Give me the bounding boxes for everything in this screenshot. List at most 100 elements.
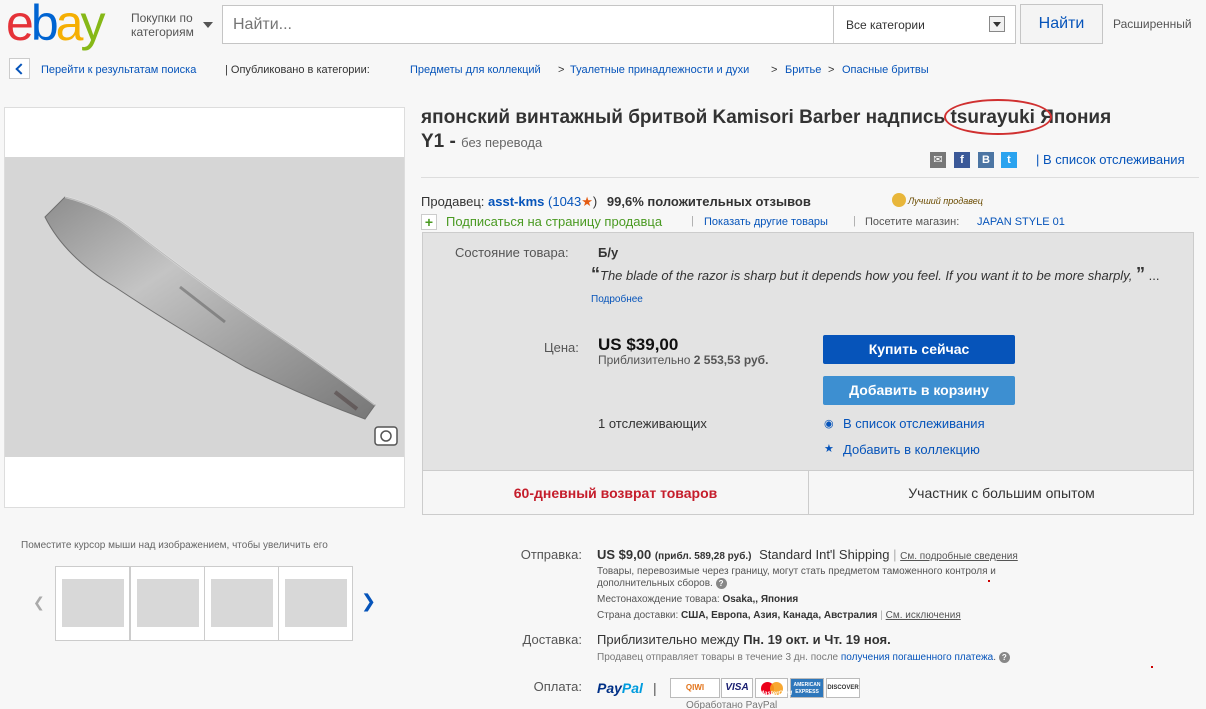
highlight-ring	[944, 99, 1053, 135]
add-to-watchlist-button[interactable]: В список отслеживания	[843, 416, 985, 431]
plus-icon[interactable]: +	[421, 214, 437, 230]
logo-letter-e: e	[6, 0, 34, 51]
watchers-count: 1 отслеживающих	[598, 416, 707, 431]
top-rated-badge-icon	[892, 193, 906, 207]
thumbnail-image	[62, 579, 124, 627]
shipping-label: Отправка:	[520, 547, 582, 562]
exclusions-link[interactable]: См. исключения	[886, 610, 961, 621]
header: ebay Покупки по категориям Все категории…	[0, 0, 1206, 52]
search-bar: Все категории	[222, 5, 1016, 44]
twitter-icon[interactable]: t	[1001, 152, 1017, 168]
help-icon[interactable]: ?	[998, 652, 1010, 663]
delivery-estimate: Приблизительно между Пн. 19 окт. и Чт. 1…	[597, 632, 891, 647]
razor-image	[44, 196, 398, 446]
customs-note: дополнительных сборов. ?	[597, 578, 727, 589]
discover-logo: DISCOVER	[826, 678, 860, 698]
seller-label: Продавец:	[421, 194, 485, 209]
shipping-approx: (прибл. 589,28 руб.)	[654, 551, 752, 562]
delivery-label: Доставка:	[522, 632, 582, 647]
item-title: японский винтажный бритвой Kamisori Barb…	[421, 99, 1201, 155]
no-translation-label: без перевода	[461, 135, 543, 150]
location-label: Местонахождение товара:	[597, 594, 720, 605]
approx-value: 2 553,53 руб.	[693, 353, 769, 367]
add-to-collection-button[interactable]: Добавить в коллекцию	[843, 442, 980, 457]
thumbnail-2[interactable]	[130, 566, 205, 641]
category-select[interactable]: Все категории	[833, 6, 1015, 43]
price-label: Цена:	[544, 340, 579, 355]
more-details-link[interactable]: Подробнее	[591, 294, 643, 305]
handling-link[interactable]: получения погашенного платежа	[841, 652, 993, 663]
thumbnail-3[interactable]	[204, 566, 279, 641]
back-to-results-link[interactable]: Перейти к результатам поиска	[41, 64, 196, 76]
condition-text: The blade of the razor is sharp but it d…	[600, 268, 1133, 283]
back-arrow-icon[interactable]	[9, 58, 30, 79]
handling-dot: .	[993, 652, 997, 663]
approx-price: Приблизительно 2 553,53 руб.	[598, 353, 768, 367]
breadcrumb-item-toiletries[interactable]: Туалетные принадлежности и духи	[570, 64, 749, 76]
zoom-caption: Поместите курсор мыши над изображением, …	[21, 540, 328, 551]
thumbnail-4[interactable]	[278, 566, 353, 641]
delivery-date2: Чт. 19 ноя.	[824, 632, 891, 647]
customs-line1: Товары, перевозимые через границу, могут…	[597, 566, 996, 577]
store-link[interactable]: JAPAN STYLE 01	[977, 216, 1065, 228]
search-input[interactable]	[223, 6, 833, 43]
approx-label: Приблизительно	[598, 353, 691, 367]
search-button[interactable]: Найти	[1020, 4, 1103, 44]
title-part1: японский винтажный бритвой Kamisori Barb…	[421, 107, 946, 128]
paypal-logo-part2: Pal	[621, 680, 643, 696]
mastercard-logo: MasterCard	[755, 678, 792, 698]
category-select-value: Все категории	[846, 18, 925, 32]
email-icon[interactable]: ✉	[930, 152, 946, 168]
feedback-close: )	[592, 194, 598, 209]
breadcrumb-separator: >	[828, 64, 835, 76]
shop-by-category-button[interactable]: Покупки по категориям	[131, 11, 213, 39]
paypal-logo: PayPal	[597, 680, 643, 696]
ebay-logo[interactable]: ebay	[6, 0, 105, 51]
dropdown-arrow-icon[interactable]	[989, 16, 1005, 32]
subscribe-seller-link[interactable]: Подписаться на страницу продавца	[446, 214, 662, 229]
item-purchase-box: Состояние товара: Б/у “The blade of the …	[422, 232, 1194, 515]
seller-name-link[interactable]: asst-kms	[488, 194, 544, 209]
thumb-next-icon[interactable]: ❯	[361, 591, 376, 612]
shipping-details-link[interactable]: См. подробные сведения	[900, 551, 1018, 562]
help-icon[interactable]: ?	[715, 578, 727, 589]
amex-logo: AMERICAN EXPRESS	[790, 678, 824, 698]
positive-feedback: 99,6% положительных отзывов	[606, 194, 811, 209]
vk-icon[interactable]: B	[978, 152, 994, 168]
add-to-watchlist-link[interactable]: | В список отслеживания	[1036, 152, 1185, 167]
feedback-score[interactable]: (1043	[548, 194, 581, 209]
badges-row: 60-дневный возврат товаров Участник с бо…	[423, 470, 1193, 515]
main-image-frame[interactable]	[4, 107, 405, 508]
thumb-prev-icon[interactable]: ❮	[33, 594, 45, 611]
separator: |	[691, 215, 694, 227]
shop-by-category-line1: Покупки по	[131, 11, 193, 25]
shipping-cost-line: US $9,00 (прибл. 589,28 руб.) Standard I…	[597, 547, 1018, 562]
facebook-icon[interactable]: f	[954, 152, 970, 168]
visa-logo: VISA	[721, 678, 753, 698]
add-to-cart-button[interactable]: Добавить в корзину	[823, 376, 1015, 405]
divider	[421, 177, 1199, 178]
breadcrumb-item-straight-razors[interactable]: Опасные бритвы	[842, 64, 929, 76]
watchlist-link-text: В список отслеживания	[1043, 152, 1185, 167]
breadcrumb-item-collectibles[interactable]: Предметы для коллекций	[410, 64, 541, 76]
logo-letter-a: a	[55, 0, 84, 51]
razor-photo[interactable]	[5, 157, 404, 457]
qiwi-logo: QIWI	[670, 678, 720, 698]
open-quote-icon: “	[591, 264, 600, 284]
thumbnail-image	[285, 579, 347, 627]
delivery-and: и	[812, 632, 821, 647]
other-items-link[interactable]: Показать другие товары	[704, 216, 828, 228]
advanced-search-link[interactable]: Расширенный	[1113, 17, 1192, 31]
thumbnail-image	[211, 579, 273, 627]
listed-in-label: | Опубликовано в категории:	[225, 64, 370, 76]
experienced-seller-badge: Участник с большим опытом	[908, 485, 1095, 501]
red-mark	[1151, 666, 1153, 668]
thumbnail-1[interactable]	[55, 566, 130, 641]
breadcrumb-item-shaving[interactable]: Бритье	[785, 64, 821, 76]
returns-badge[interactable]: 60-дневный возврат товаров	[423, 485, 808, 501]
shop-by-category-line2: категориям	[131, 25, 194, 39]
logo-letter-b: b	[30, 0, 59, 51]
item-location: Местонахождение товара: Osaka,, Япония	[597, 594, 798, 605]
buy-now-button[interactable]: Купить сейчас	[823, 335, 1015, 364]
star-icon: ★	[581, 194, 593, 209]
